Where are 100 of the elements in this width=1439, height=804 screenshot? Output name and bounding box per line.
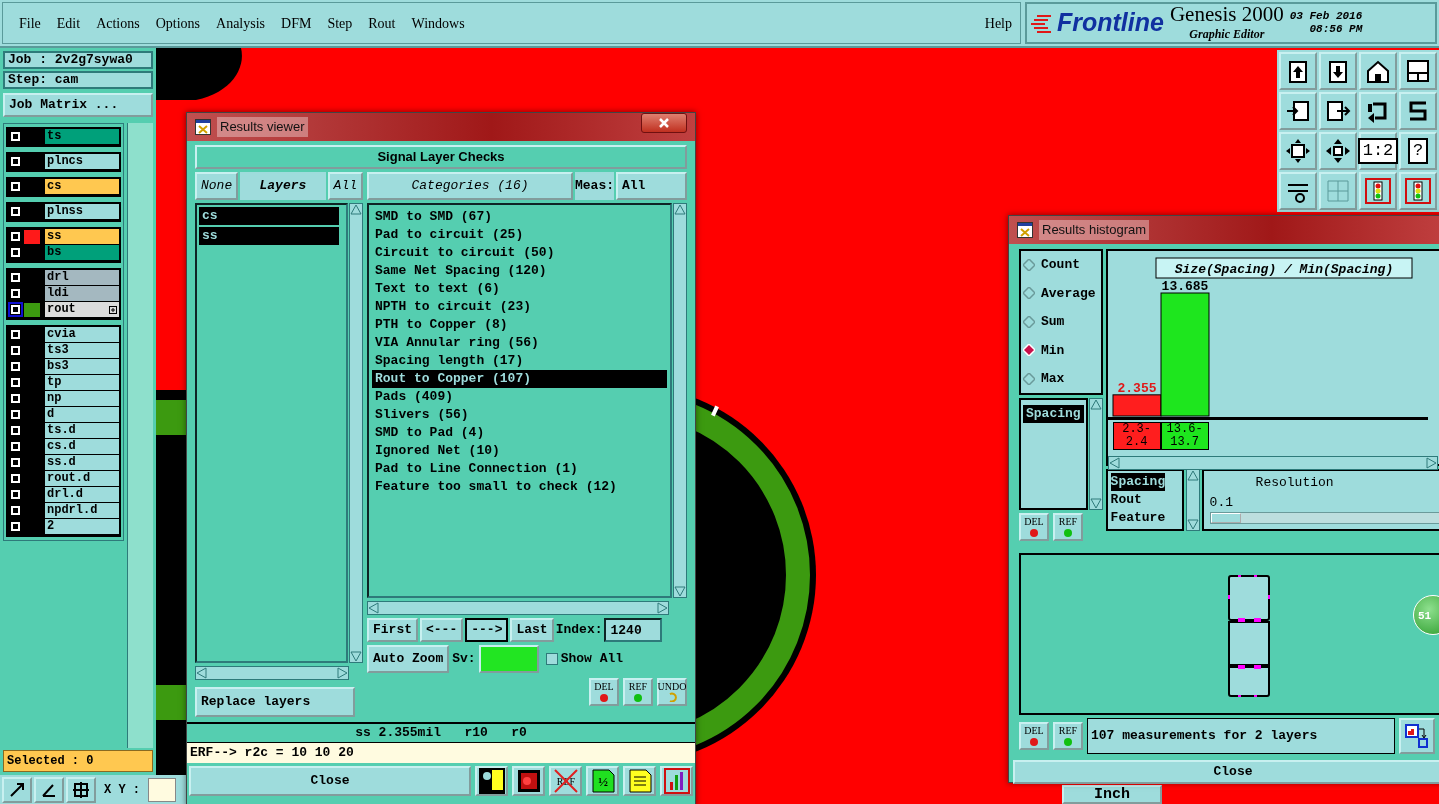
layer-row[interactable]: drl.d	[45, 487, 119, 502]
close-button[interactable]	[641, 113, 687, 133]
action-button[interactable]: DEL	[1019, 722, 1049, 750]
action-button[interactable]: REF	[1053, 722, 1083, 750]
vertical-scrollbar[interactable]	[1185, 469, 1200, 531]
toolbar-button[interactable]	[1399, 92, 1437, 130]
layer-row[interactable]: ss	[45, 229, 119, 244]
menu-item[interactable]: DFM	[273, 12, 320, 34]
layer-row[interactable]: np	[45, 391, 119, 406]
close-button[interactable]: Close	[1013, 760, 1439, 784]
category-list-item[interactable]: Circuit to circuit (50)	[372, 244, 667, 262]
category-list-item[interactable]: PTH to Copper (8)	[372, 316, 667, 334]
measure-list-item[interactable]: Spacing	[1023, 404, 1084, 423]
all-button[interactable]: All	[327, 172, 363, 200]
layer-row[interactable]: cs.d	[45, 439, 119, 454]
layer-row[interactable]: bs3	[45, 359, 119, 374]
layer-row[interactable]: ts	[45, 129, 119, 144]
layer-row[interactable]: rout.d	[45, 471, 119, 486]
category-list-item[interactable]: Text to text (6)	[372, 280, 667, 298]
slider-thumb[interactable]	[1210, 513, 1241, 523]
layer-row[interactable]: tp	[45, 375, 119, 390]
histogram-bar[interactable]	[1112, 394, 1162, 417]
category-list-item[interactable]: SMD to Pad (4)	[372, 424, 667, 442]
group-list-item[interactable]: Rout	[1110, 491, 1142, 509]
toolbar-button[interactable]	[1279, 52, 1317, 90]
toolbar-button[interactable]	[1319, 92, 1357, 130]
tool-button[interactable]	[512, 766, 545, 796]
layer-row[interactable]: rout	[45, 302, 119, 317]
none-button[interactable]: None	[195, 172, 239, 200]
categories-button[interactable]: Categories (16)	[367, 172, 573, 200]
radio-button[interactable]	[1023, 287, 1035, 300]
export-button[interactable]	[1399, 718, 1435, 754]
layer-list-item[interactable]: ss	[199, 227, 339, 245]
tool-button[interactable]	[660, 766, 693, 796]
coordinates-field[interactable]	[148, 777, 176, 802]
toolbar-button[interactable]	[1279, 92, 1317, 130]
measure-dropdown[interactable]: All	[616, 172, 687, 200]
layer-row[interactable]: 2	[45, 519, 119, 534]
job-matrix-button[interactable]: Job Matrix ...	[3, 93, 153, 117]
toolbar-button[interactable]: ?	[1399, 132, 1437, 170]
layer-row[interactable]: plncs	[45, 154, 119, 169]
category-list-item[interactable]: Pads (409)	[372, 388, 667, 406]
radio-button[interactable]	[1023, 372, 1035, 385]
auto-zoom-dropdown[interactable]: Auto Zoom	[367, 645, 450, 673]
toolbar-button[interactable]	[1319, 132, 1357, 170]
category-list-item[interactable]: SMD to SMD (67)	[372, 208, 667, 226]
layer-list-item[interactable]: cs	[199, 207, 339, 225]
vertical-scrollbar[interactable]	[1088, 397, 1103, 510]
menu-item[interactable]: Analysis	[208, 12, 274, 34]
index-field[interactable]: 1240	[604, 618, 663, 642]
histogram-bar[interactable]	[1160, 292, 1210, 417]
close-button[interactable]: Close	[189, 766, 471, 796]
radio-button[interactable]	[1023, 258, 1035, 271]
layer-row[interactable]: npdrl.d	[45, 503, 119, 518]
layer-row[interactable]: ss.d	[45, 455, 119, 470]
horizontal-scrollbar[interactable]	[195, 666, 349, 680]
layer-row[interactable]: plnss	[45, 204, 119, 219]
toolbar-button[interactable]: 1:2	[1359, 132, 1397, 170]
category-list-item[interactable]: Pad to Line Connection (1)	[372, 460, 667, 478]
action-button[interactable]: REF	[623, 678, 653, 706]
action-button[interactable]: DEL	[1019, 512, 1049, 541]
units-dropdown[interactable]: Inch	[1062, 785, 1162, 804]
navigation-button[interactable]: <---	[420, 618, 464, 642]
category-list-item[interactable]: Pad to circuit (25)	[372, 226, 667, 244]
replace-layers-dropdown[interactable]: Replace layers	[195, 687, 355, 717]
menu-item[interactable]: Step	[319, 12, 361, 34]
toolbar-button[interactable]	[1359, 92, 1397, 130]
category-list-item[interactable]: Rout to Copper (107)	[372, 370, 667, 388]
category-list-item[interactable]: VIA Annular ring (56)	[372, 334, 667, 352]
toolbar-button[interactable]	[1399, 52, 1437, 90]
toolbar-button[interactable]	[1359, 52, 1397, 90]
action-button[interactable]: REF	[1053, 512, 1083, 541]
group-list-item[interactable]: Spacing	[1110, 473, 1166, 491]
menu-item[interactable]: Edit	[48, 12, 89, 34]
tool-button[interactable]	[34, 776, 64, 803]
group-list-item[interactable]: Feature	[1110, 509, 1166, 527]
category-list-item[interactable]: Feature too small to check (12)	[372, 478, 667, 496]
menu-item[interactable]: Actions	[88, 12, 148, 34]
horizontal-scrollbar[interactable]	[367, 601, 669, 615]
navigation-button[interactable]: --->	[465, 618, 509, 642]
menu-item[interactable]: Options	[147, 12, 209, 34]
menu-item[interactable]: File	[11, 12, 49, 34]
vertical-scrollbar[interactable]	[349, 203, 363, 663]
menu-item[interactable]: Windows	[403, 12, 473, 34]
tool-button[interactable]	[66, 776, 96, 803]
layer-row[interactable]: cs	[45, 179, 119, 194]
vertical-scrollbar[interactable]	[673, 203, 687, 598]
action-button[interactable]: DEL	[589, 678, 619, 706]
action-button[interactable]: UNDO	[657, 678, 687, 706]
layer-row[interactable]: cvia	[45, 327, 119, 342]
radio-button[interactable]	[1023, 315, 1035, 328]
menu-item[interactable]: Rout	[360, 12, 404, 34]
navigation-button[interactable]: First	[367, 618, 418, 642]
toolbar-button[interactable]	[1279, 132, 1317, 170]
category-list-item[interactable]: Slivers (56)	[372, 406, 667, 424]
category-list-item[interactable]: NPTH to circuit (23)	[372, 298, 667, 316]
layer-row[interactable]: ts.d	[45, 423, 119, 438]
navigation-button[interactable]: Last	[510, 618, 554, 642]
tool-button[interactable]	[2, 776, 32, 803]
layer-row[interactable]: bs	[45, 245, 119, 260]
